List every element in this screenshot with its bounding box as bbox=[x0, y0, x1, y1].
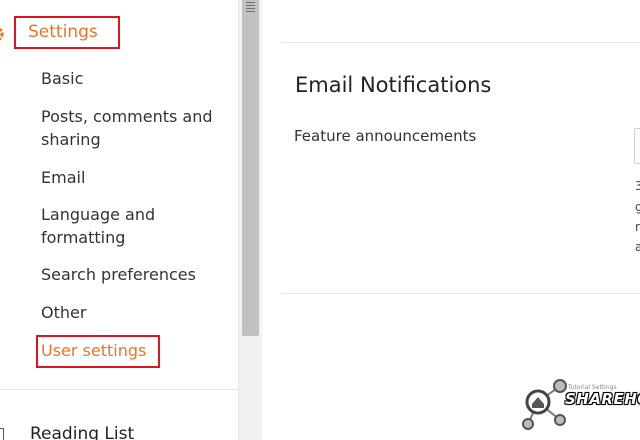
sidebar-item-settings[interactable]: Settings bbox=[28, 22, 98, 42]
cut-off-text: r bbox=[635, 220, 640, 234]
grip-line bbox=[246, 8, 255, 9]
scrollbar-thumb[interactable] bbox=[242, 0, 259, 336]
main-content: Email Notifications Feature announcement… bbox=[262, 0, 640, 440]
section-title: Email Notifications bbox=[295, 73, 492, 97]
watermark-brand: SHAREHOVEL bbox=[565, 390, 640, 408]
sidebar-item-label: Language and bbox=[41, 205, 156, 224]
sidebar-scrollbar[interactable] bbox=[238, 0, 262, 440]
sidebar-item-other[interactable]: Other bbox=[41, 301, 86, 324]
grip-line bbox=[246, 5, 255, 6]
sidebar-item-search-preferences[interactable]: Search preferences bbox=[41, 263, 196, 286]
feature-announcements-select[interactable] bbox=[634, 128, 640, 164]
sidebar-item-label: Posts, comments and bbox=[41, 107, 213, 126]
reading-list-icon bbox=[0, 428, 4, 440]
cut-off-text: a bbox=[635, 240, 640, 254]
sidebar-divider bbox=[0, 389, 238, 390]
blogger-settings-page: Settings Basic Posts, comments and shari… bbox=[0, 0, 640, 440]
sidebar-item-user-settings[interactable]: User settings bbox=[41, 339, 146, 362]
section-divider-top bbox=[282, 42, 640, 43]
sidebar: Settings Basic Posts, comments and shari… bbox=[0, 0, 238, 440]
sidebar-item-email[interactable]: Email bbox=[41, 166, 85, 189]
sidebar-item-posts-comments-sharing[interactable]: Posts, comments and sharing bbox=[41, 105, 213, 151]
cut-off-text: g bbox=[635, 200, 640, 214]
sidebar-item-label-line2: sharing bbox=[41, 130, 101, 149]
section-divider-bottom bbox=[282, 293, 640, 294]
gear-icon bbox=[0, 27, 4, 41]
cut-off-text: 3 bbox=[635, 179, 640, 193]
sidebar-item-language-formatting[interactable]: Language and formatting bbox=[41, 203, 155, 249]
network-logo-icon bbox=[522, 379, 567, 430]
sidebar-item-reading-list[interactable]: Reading List bbox=[30, 424, 134, 440]
grip-line bbox=[246, 11, 255, 12]
feature-announcements-label: Feature announcements bbox=[294, 127, 477, 145]
sidebar-item-basic[interactable]: Basic bbox=[41, 67, 83, 90]
sharenovel-watermark: Tutorial Settings SHAREHOVEL bbox=[520, 376, 640, 436]
grip-line bbox=[246, 2, 255, 3]
sidebar-item-label-line2: formatting bbox=[41, 228, 126, 247]
